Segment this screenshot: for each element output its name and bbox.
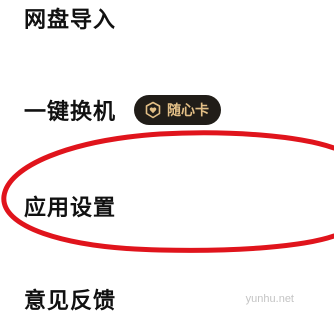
menu-item-app-settings[interactable]: 应用设置 xyxy=(24,190,116,222)
suixin-card-badge[interactable]: 随心卡 xyxy=(134,95,222,125)
menu-item-one-click-switch[interactable]: 一键换机 随心卡 xyxy=(24,94,222,126)
menu-item-feedback[interactable]: 意见反馈 xyxy=(24,283,116,315)
watermark-text: yunhu.net xyxy=(245,293,294,305)
menu-item-label: 网盘导入 xyxy=(24,8,117,33)
menu-item-label: 应用设置 xyxy=(24,196,117,221)
menu-item-netdisk-import[interactable]: 网盘导入 xyxy=(24,2,116,34)
menu-item-label: 一键换机 xyxy=(24,100,117,125)
heart-shield-icon xyxy=(145,101,161,119)
red-circle-annotation xyxy=(1,130,334,253)
badge-label: 随心卡 xyxy=(167,103,210,119)
menu-item-label: 意见反馈 xyxy=(24,289,117,314)
